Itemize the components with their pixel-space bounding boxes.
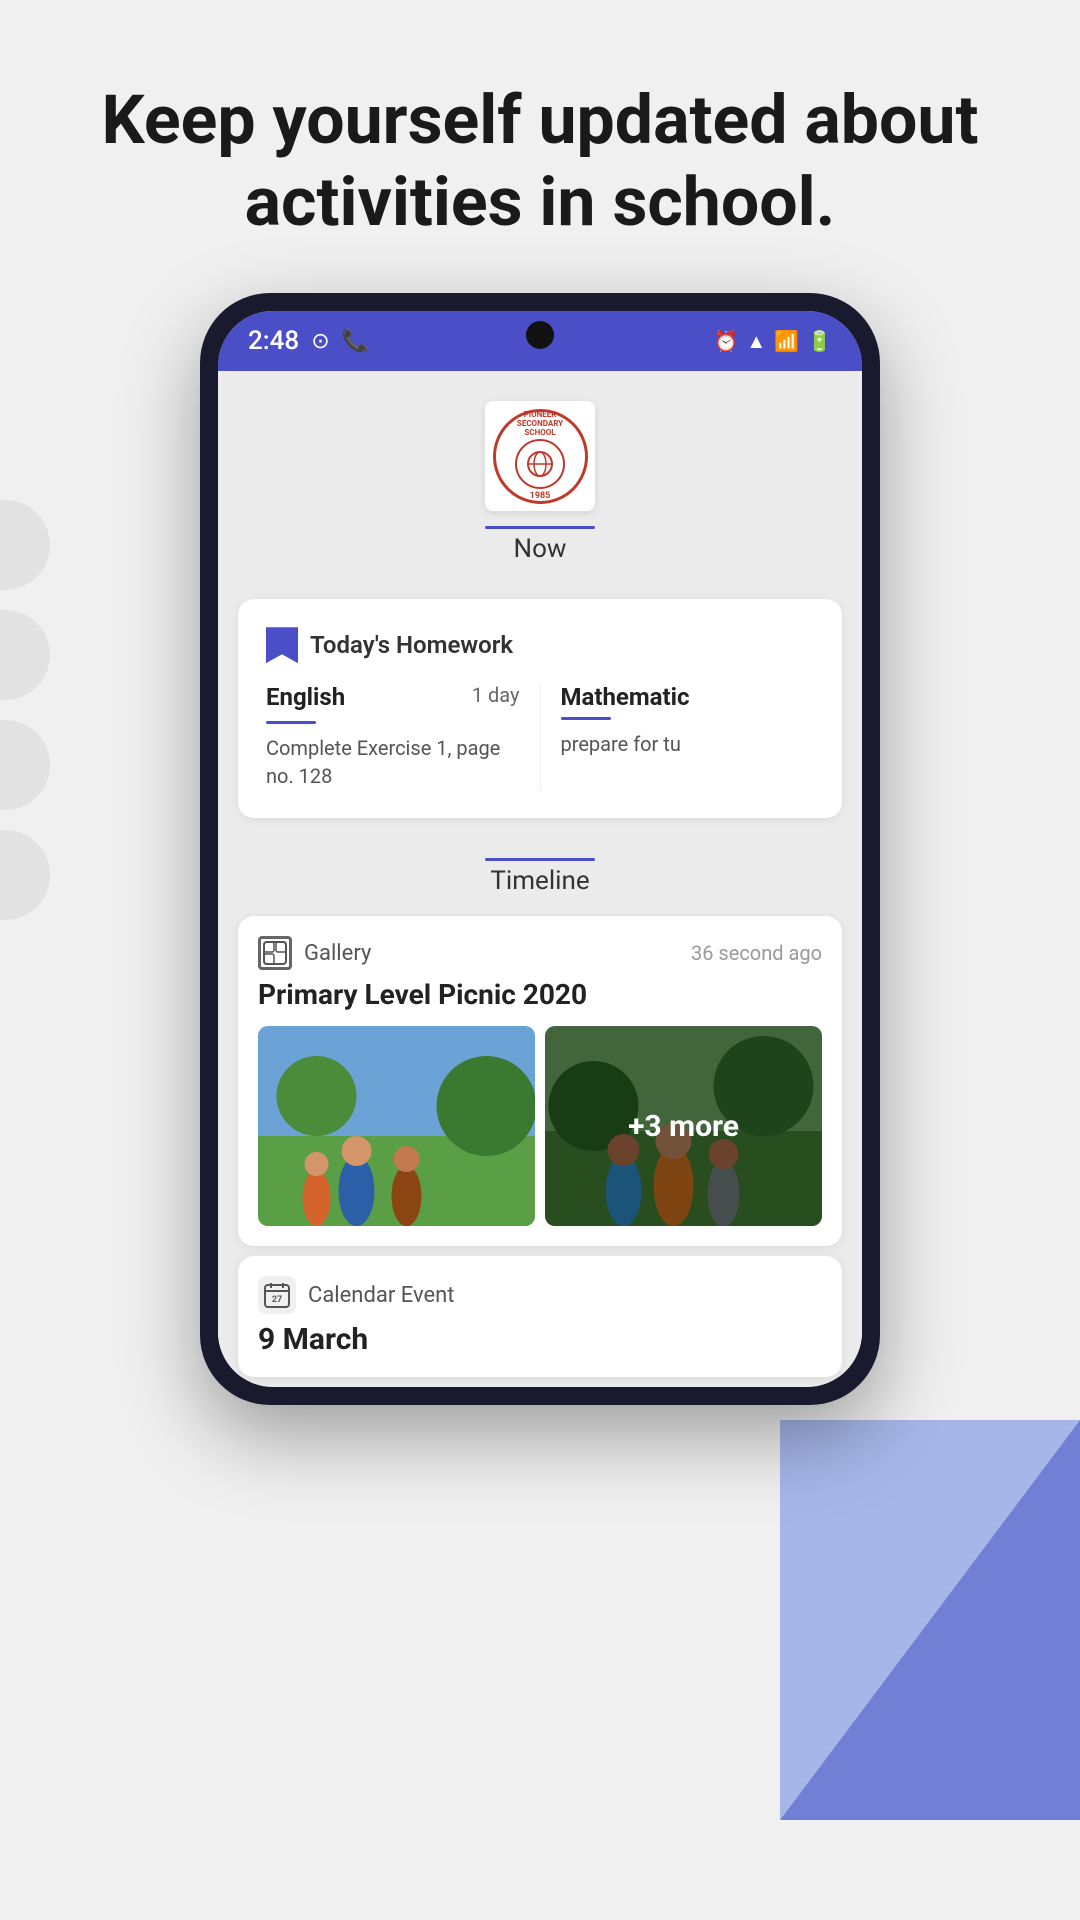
signal-icon: 📶 (774, 329, 799, 353)
homework-card: Today's Homework English 1 day Complete … (238, 599, 842, 818)
subject-underline-math (561, 717, 611, 720)
homework-header-row-english: English 1 day (266, 683, 520, 715)
homework-list: English 1 day Complete Exercise 1, page … (266, 683, 814, 790)
homework-due-english: 1 day (472, 683, 520, 707)
homework-card-header: Today's Homework (266, 627, 814, 663)
homework-subject-english: English (266, 683, 345, 711)
battery-icon: 🔋 (807, 329, 832, 353)
homework-subject-math: Mathematic (561, 683, 690, 711)
school-name-text: PIONEERSECONDARYSCHOOL (515, 411, 565, 437)
calendar-card-header: 27 Calendar Event (258, 1276, 822, 1314)
bg-decoration (0, 500, 50, 920)
school-year: 1985 (515, 491, 565, 501)
homework-item-math[interactable]: Mathematic prepare for tu (540, 683, 815, 790)
status-left: 2:48 ⊙ 📞 (248, 326, 369, 356)
bookmark-icon (266, 627, 298, 663)
gallery-post-title: Primary Level Picnic 2020 (258, 978, 822, 1011)
gallery-icon (258, 936, 292, 970)
camera-notch (526, 321, 554, 349)
school-logo-inner: PIONEERSECONDARYSCHOOL 1985 (493, 409, 588, 504)
school-section: PIONEERSECONDARYSCHOOL 1985 (218, 371, 862, 589)
bg-triangle2 (780, 1420, 1080, 1820)
whatsapp-icon: 📞 (342, 329, 369, 354)
svg-text:27: 27 (272, 1295, 282, 1305)
alarm-icon: ⏰ (713, 329, 738, 353)
now-tab-underline (485, 526, 595, 529)
homework-title: Today's Homework (310, 631, 513, 659)
calendar-type-label: Calendar Event (308, 1283, 455, 1308)
header-title: Keep yourself updated about activities i… (100, 80, 980, 243)
timeline-section: Timeline Gallery (218, 828, 862, 1377)
now-tab-label[interactable]: Now (514, 534, 567, 579)
phone-screen: 2:48 ⊙ 📞 ⏰ ▲ 📶 🔋 PIONEERSECONDARYSCHOOL (218, 311, 862, 1387)
gallery-image-1[interactable] (258, 1026, 535, 1226)
calendar-date: 9 March (258, 1322, 822, 1357)
picnic-scene-1 (258, 1026, 535, 1226)
timeline-tab-label[interactable]: Timeline (490, 866, 589, 896)
school-globe-icon (515, 439, 565, 489)
header-section: Keep yourself updated about activities i… (0, 0, 1080, 293)
gallery-images: +3 more (258, 1026, 822, 1226)
school-logo-content: PIONEERSECONDARYSCHOOL 1985 (515, 411, 565, 501)
status-right: ⏰ ▲ 📶 🔋 (713, 329, 832, 354)
calendar-icon: 27 (258, 1276, 296, 1314)
gallery-card-header: Gallery 36 second ago (258, 936, 822, 970)
calendar-card[interactable]: 27 Calendar Event 9 March (238, 1256, 842, 1377)
gallery-image-2[interactable]: +3 more (545, 1026, 822, 1226)
gallery-svg-icon (263, 941, 287, 965)
timeline-tab: Timeline (218, 843, 862, 901)
globe-svg (525, 449, 555, 479)
gallery-more-overlay: +3 more (545, 1026, 822, 1226)
homework-item-english[interactable]: English 1 day Complete Exercise 1, page … (266, 683, 540, 790)
app-content: PIONEERSECONDARYSCHOOL 1985 (218, 371, 862, 1377)
homework-header-row-math: Mathematic (561, 683, 815, 711)
homework-desc-english: Complete Exercise 1, page no. 128 (266, 734, 520, 790)
media-icon: ⊙ (311, 329, 329, 354)
status-time: 2:48 (248, 326, 299, 356)
homework-desc-math: prepare for tu (561, 730, 815, 758)
timeline-tab-underline (485, 858, 595, 861)
wifi-icon: ▲ (746, 329, 766, 354)
subject-underline-english (266, 721, 316, 724)
gallery-type-label: Gallery (304, 941, 371, 966)
school-logo: PIONEERSECONDARYSCHOOL 1985 (485, 401, 595, 511)
gallery-card[interactable]: Gallery 36 second ago Primary Level Picn… (238, 916, 842, 1246)
gallery-more-count: +3 more (628, 1109, 739, 1144)
status-bar: 2:48 ⊙ 📞 ⏰ ▲ 📶 🔋 (218, 311, 862, 371)
gallery-time: 36 second ago (691, 941, 822, 965)
people-scene-1 (258, 1026, 535, 1226)
calendar-svg-icon: 27 (263, 1281, 291, 1309)
phone-frame: 2:48 ⊙ 📞 ⏰ ▲ 📶 🔋 PIONEERSECONDARYSCHOOL (200, 293, 880, 1405)
